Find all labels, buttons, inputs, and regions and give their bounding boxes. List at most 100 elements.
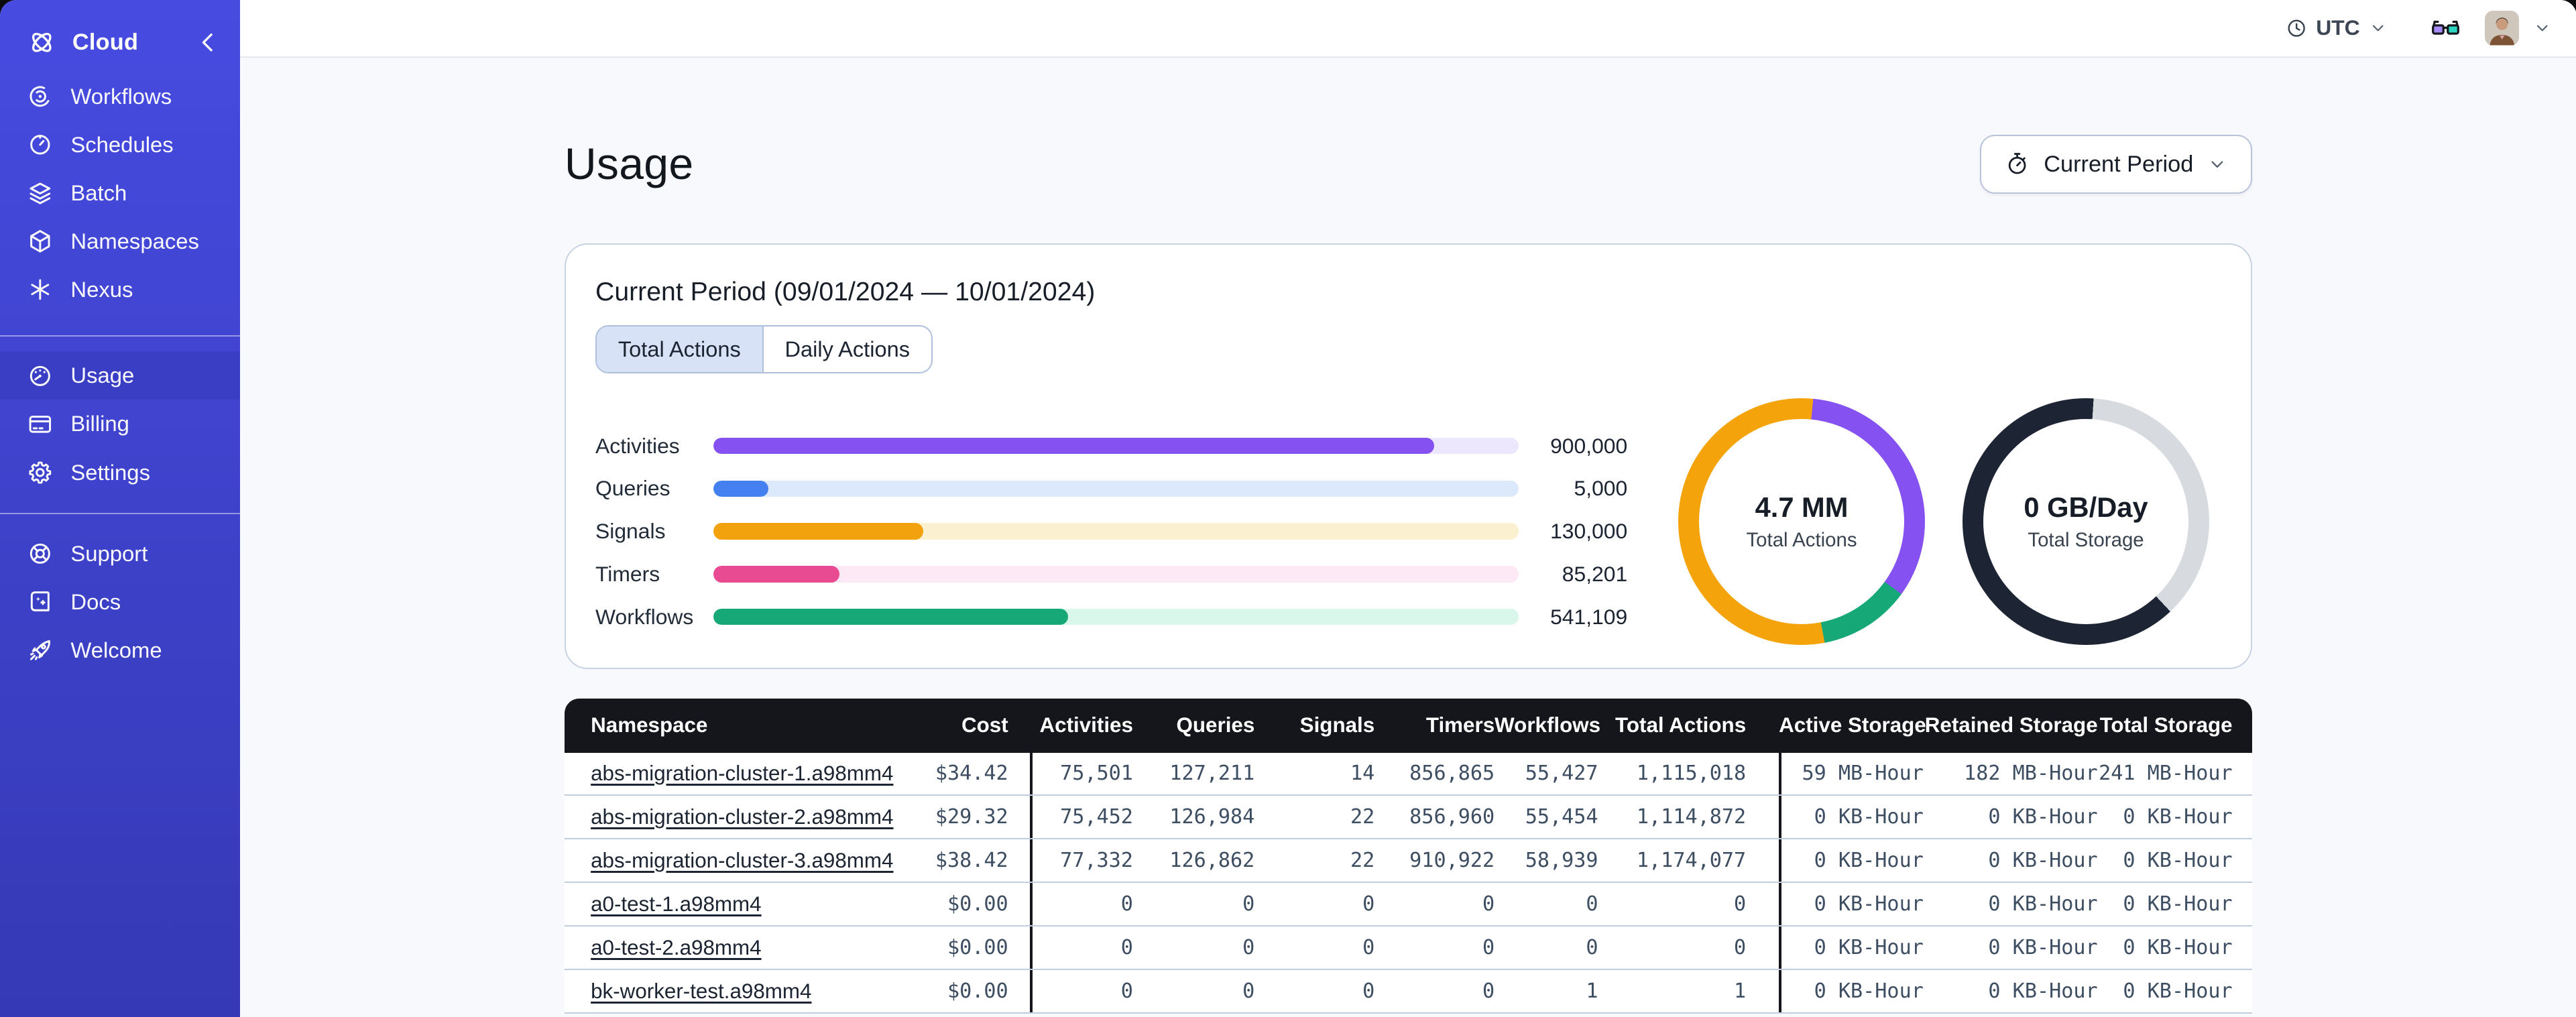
- sidebar-item-schedules[interactable]: Schedules: [0, 121, 240, 169]
- period-selector-button[interactable]: Current Period: [1980, 134, 2253, 194]
- sidebar-item-label: Welcome: [70, 637, 162, 662]
- bar-row: Workflows 541,109: [595, 595, 1627, 638]
- cell-retained_storage: 0 KB-Hour: [1988, 805, 2098, 829]
- sidebar-item-welcome[interactable]: Welcome: [0, 626, 240, 674]
- chevron-left-icon: [192, 27, 224, 58]
- bar-label: Queries: [595, 476, 670, 501]
- sidebar-item-usage[interactable]: Usage: [0, 351, 240, 400]
- cell-total_storage: 0 KB-Hour: [2123, 936, 2233, 960]
- sidebar-item-support[interactable]: Support: [0, 530, 240, 578]
- sidebar-item-docs[interactable]: Docs: [0, 578, 240, 626]
- timezone-selector[interactable]: UTC: [2285, 15, 2388, 40]
- feedback-glasses-button[interactable]: [2429, 11, 2462, 44]
- bar-value: 541,109: [1550, 604, 1628, 629]
- sidebar-item-batch[interactable]: Batch: [0, 169, 240, 217]
- brand-label: Cloud: [72, 29, 139, 56]
- sidebar-item-settings[interactable]: Settings: [0, 448, 240, 497]
- namespace-link[interactable]: abs-migration-cluster-2.a98mm4: [591, 805, 893, 829]
- user-avatar[interactable]: [2484, 11, 2520, 46]
- welcome-icon: [26, 636, 54, 664]
- sidebar-divider: [0, 513, 240, 515]
- content-scroll[interactable]: Usage Current Period Current Period (09/…: [239, 57, 2576, 1017]
- cell-retained_storage: 0 KB-Hour: [1988, 936, 2098, 960]
- user-menu-chevron-icon[interactable]: [2532, 18, 2552, 38]
- column-header: Workflows: [1495, 713, 1601, 737]
- bar-value: 5,000: [1574, 476, 1628, 501]
- sidebar-collapse-button[interactable]: [192, 27, 224, 58]
- namespace-link[interactable]: abs-migration-cluster-1.a98mm4: [591, 762, 893, 786]
- bar-track: [713, 480, 1519, 497]
- cell-total_actions: 1: [1734, 979, 1747, 1004]
- usage-card-title: Current Period (09/01/2024 — 10/01/2024): [595, 277, 1096, 306]
- sidebar-item-nexus[interactable]: Nexus: [0, 265, 240, 314]
- namespace-link[interactable]: a0-test-1.a98mm4: [591, 892, 761, 916]
- table-header: Namespace Cost Activities Queries Signals Tim…: [564, 698, 2253, 753]
- cell-workflows: 55,427: [1525, 762, 1598, 786]
- cell-signals: 14: [1350, 762, 1375, 786]
- column-header: Retained Storage: [1924, 713, 2098, 737]
- sidebar-item-label: Billing: [70, 411, 129, 436]
- cell-active_storage: 0 KB-Hour: [1779, 970, 1924, 1013]
- cell-workflows: 0: [1586, 892, 1598, 916]
- main-area: UTC Usage Current Period Current Period …: [239, 0, 2576, 1017]
- cell-timers: 0: [1482, 892, 1495, 916]
- bar-label: Activities: [595, 433, 680, 458]
- table-row: abs-migration-cluster-1.a98mm4 $34.42 75,5…: [564, 752, 2253, 796]
- cell-total_actions: 1,174,077: [1636, 849, 1747, 873]
- sidebar: Cloud Workflows Schedules Batch Namespaces N…: [0, 0, 240, 1017]
- cell-signals: 22: [1350, 805, 1375, 829]
- cell-activities: 77,332: [1029, 839, 1133, 882]
- cell-timers: 0: [1482, 979, 1495, 1004]
- cell-retained_storage: 0 KB-Hour: [1988, 849, 2098, 873]
- namespace-link[interactable]: bk-worker-test.a98mm4: [591, 979, 811, 1004]
- cell-activities: 75,501: [1029, 752, 1133, 795]
- column-header: Cost: [961, 713, 1008, 737]
- workflows-icon: [26, 82, 54, 111]
- cell-signals: 0: [1362, 979, 1375, 1004]
- column-header: Total Actions: [1615, 713, 1747, 737]
- sidebar-item-label: Support: [70, 540, 148, 566]
- namespace-link[interactable]: abs-migration-cluster-3.a98mm4: [591, 849, 893, 873]
- cell-total_storage: 0 KB-Hour: [2123, 805, 2233, 829]
- period-button-label: Current Period: [2044, 151, 2194, 177]
- cell-timers: 856,865: [1409, 762, 1495, 786]
- clock-icon: [2285, 17, 2308, 40]
- cell-total_storage: 241 MB-Hour: [2099, 762, 2233, 786]
- sidebar-nav: Workflows Schedules Batch Namespaces Nexus Us…: [0, 72, 240, 674]
- sidebar-item-label: Schedules: [70, 131, 174, 157]
- sidebar-item-namespaces[interactable]: Namespaces: [0, 217, 240, 265]
- tab-total-actions[interactable]: Total Actions: [597, 326, 762, 373]
- topbar: UTC: [239, 0, 2576, 58]
- donut-label: Total Actions: [1746, 528, 1857, 551]
- table-header-row: Namespace Cost Activities Queries Signals Tim…: [565, 699, 2252, 753]
- page-title: Usage: [564, 139, 694, 190]
- cell-cost: $29.32: [935, 805, 1008, 829]
- batch-icon: [26, 179, 54, 207]
- sidebar-item-workflows[interactable]: Workflows: [0, 72, 240, 121]
- cell-active_storage: 0 KB-Hour: [1779, 839, 1924, 882]
- cell-timers: 910,922: [1409, 849, 1495, 873]
- cell-queries: 127,211: [1169, 762, 1255, 786]
- cell-namespace: a0-test-2.a98mm4: [565, 926, 886, 969]
- docs-icon: [26, 588, 54, 616]
- cell-retained_storage: 0 KB-Hour: [1988, 892, 2098, 916]
- bar-row: Queries 5,000: [595, 467, 1627, 510]
- cell-total_storage: 0 KB-Hour: [2123, 892, 2233, 916]
- cell-active_storage: 0 KB-Hour: [1779, 796, 1924, 839]
- temporal-logo-icon: [26, 27, 58, 58]
- cell-workflows: 55,454: [1525, 805, 1598, 829]
- namespace-link[interactable]: a0-test-2.a98mm4: [591, 936, 761, 960]
- cell-workflows: 1: [1586, 979, 1598, 1004]
- cell-active_storage: 0 KB-Hour: [1779, 883, 1924, 926]
- sidebar-divider: [0, 335, 240, 337]
- cell-namespace: a0-test-1.a98mm4: [565, 883, 886, 925]
- bar-fill: [713, 608, 1068, 625]
- stopwatch-icon: [2004, 151, 2030, 177]
- sidebar-item-billing[interactable]: Billing: [0, 400, 240, 448]
- content: Usage Current Period Current Period (09/…: [564, 58, 2253, 1014]
- chevron-down-icon: [2207, 154, 2228, 175]
- tab-daily-actions[interactable]: Daily Actions: [762, 326, 931, 373]
- page-header: Usage Current Period: [564, 128, 2253, 200]
- total-actions-donut: 4.7 MM Total Actions: [1678, 398, 1925, 645]
- glasses-icon: [2429, 11, 2462, 44]
